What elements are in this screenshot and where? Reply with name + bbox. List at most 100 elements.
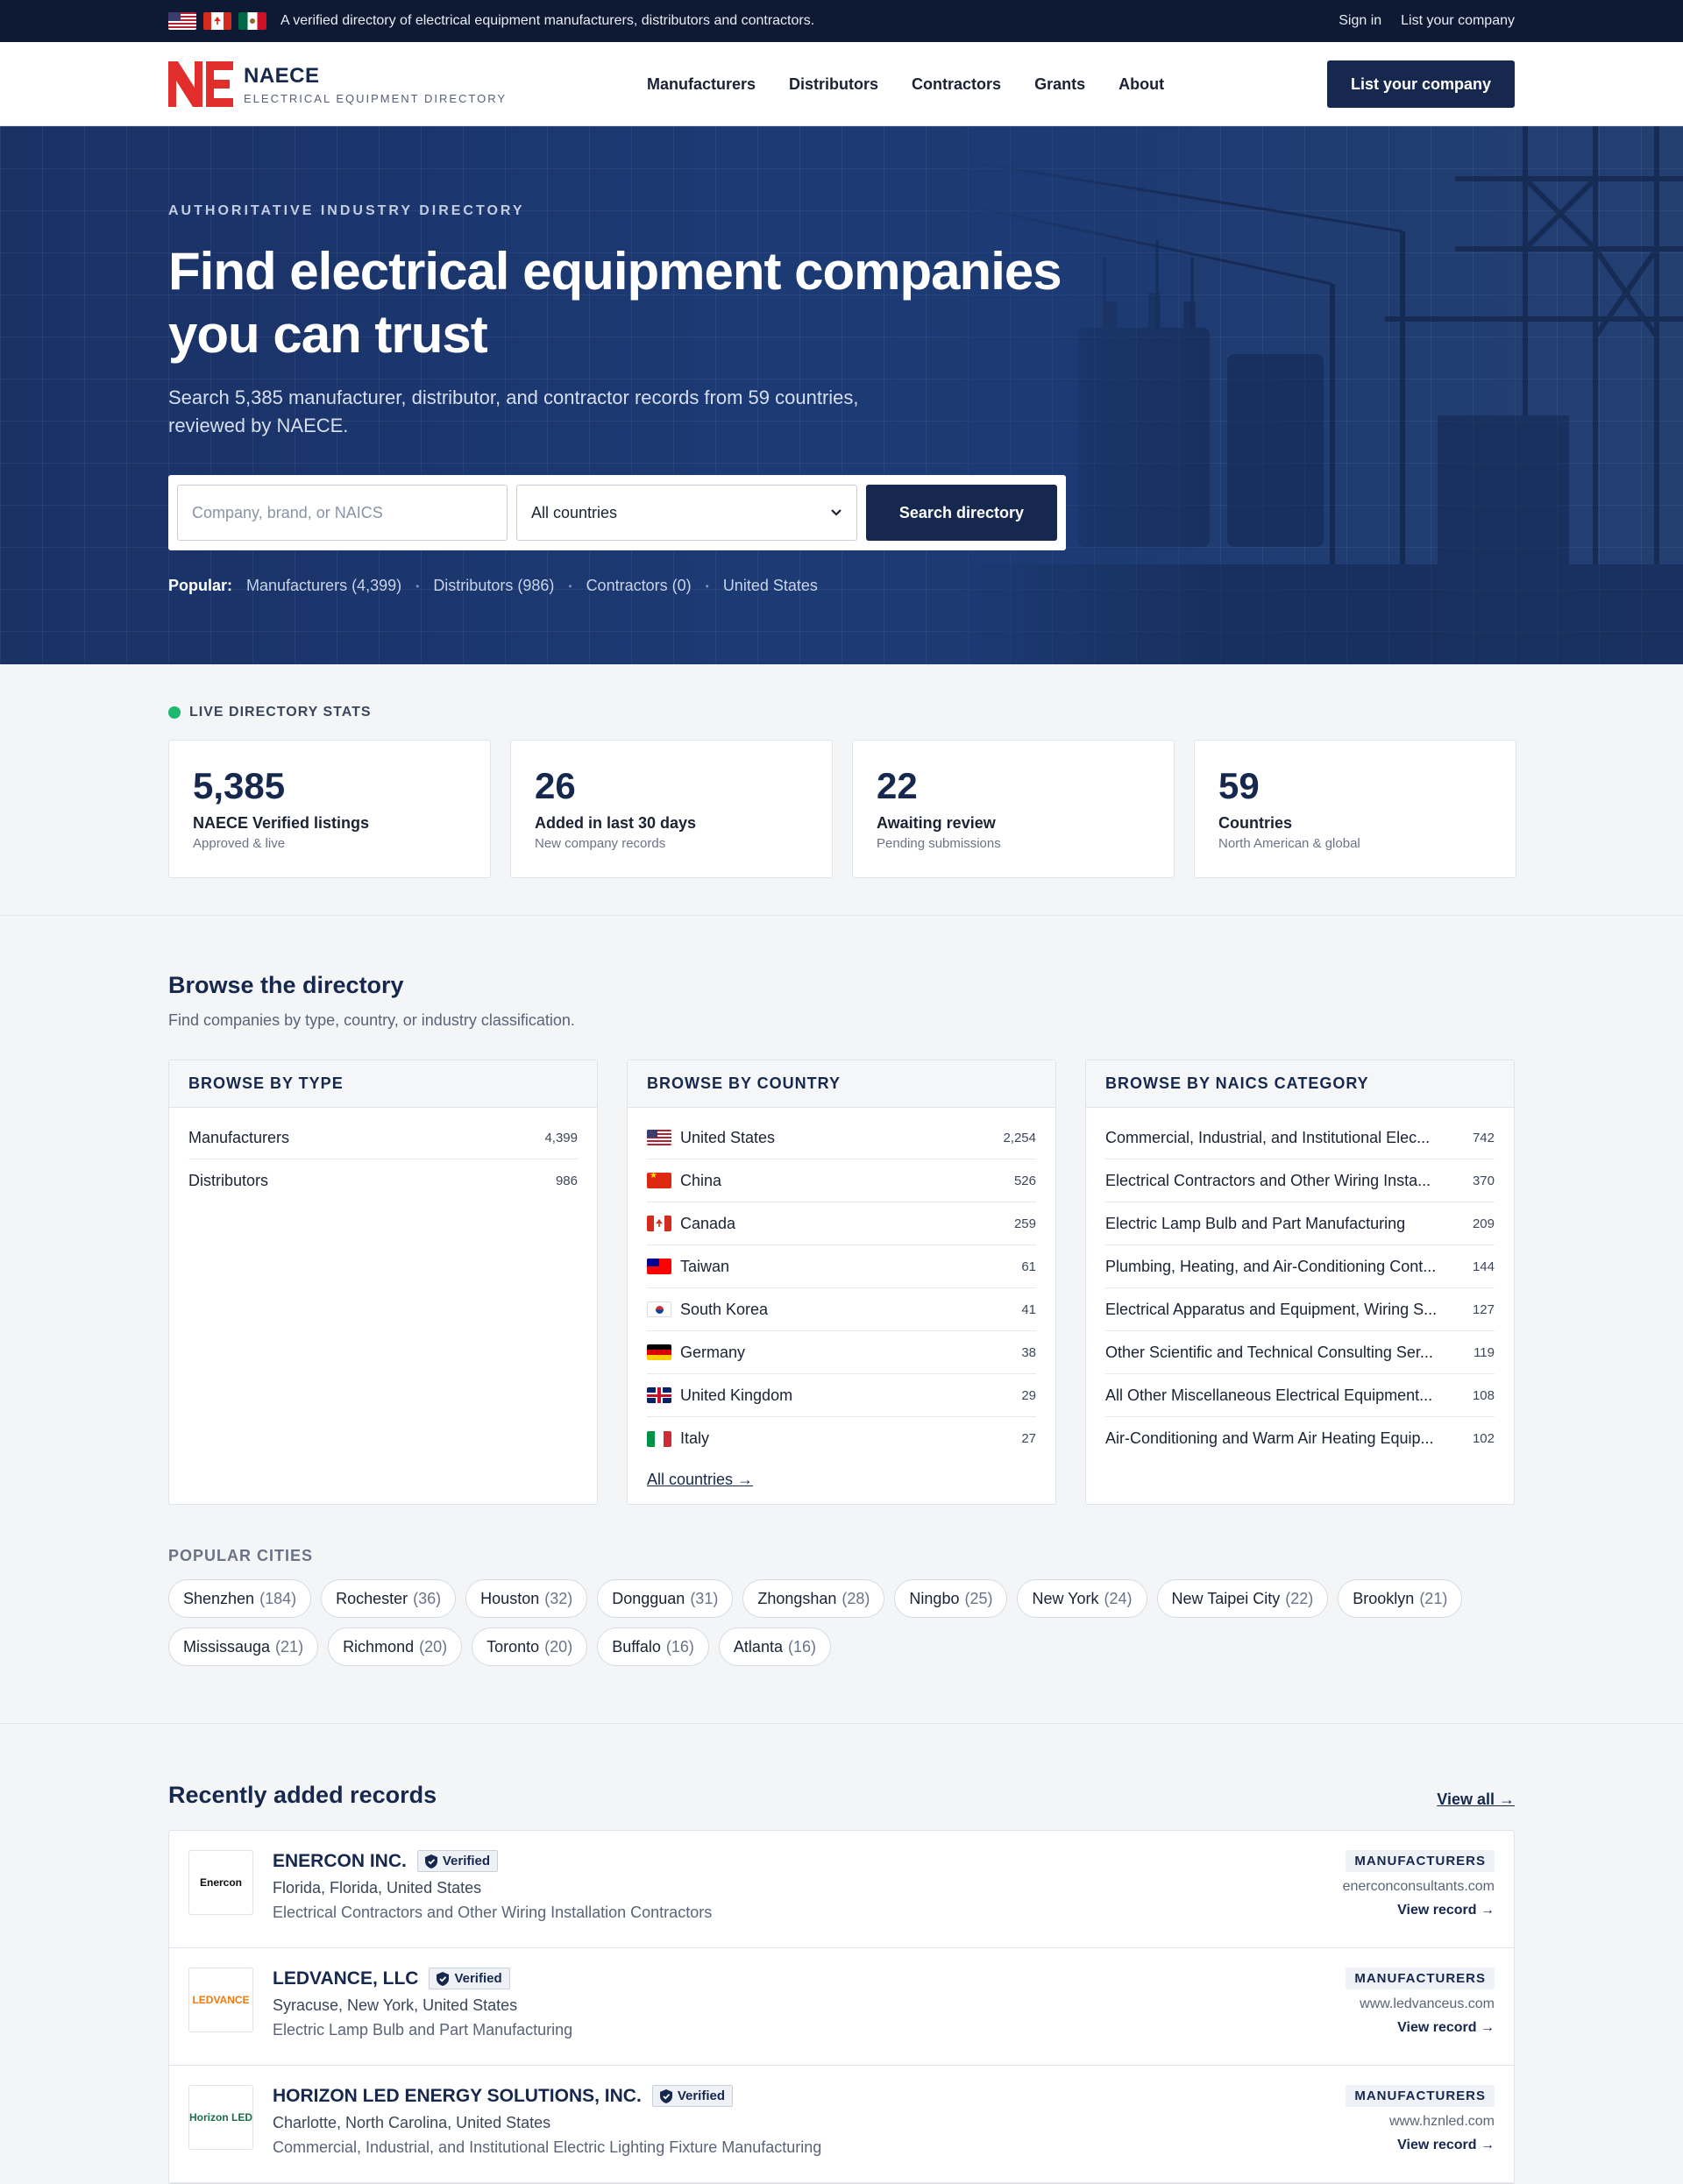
naics-item[interactable]: Plumbing, Heating, and Air-Conditioning … (1105, 1245, 1495, 1288)
country-item-taiwan[interactable]: Taiwan 61 (647, 1245, 1036, 1288)
stat-title: NAECE Verified listings (193, 814, 370, 832)
city-chip[interactable]: Toronto (20) (472, 1627, 588, 1666)
city-chip[interactable]: Shenzhen (184) (168, 1579, 312, 1618)
city-name: Ningbo (909, 1589, 960, 1607)
naics-item[interactable]: All Other Miscellaneous Electrical Equip… (1105, 1374, 1495, 1417)
city-chip[interactable]: Ningbo (25) (894, 1579, 1008, 1618)
browse-section: Browse the directory Find companies by t… (0, 916, 1683, 1724)
nav-distributors[interactable]: Distributors (789, 75, 878, 94)
city-name: Brooklyn (1353, 1589, 1415, 1607)
company-name[interactable]: LEDVANCE, LLC (273, 1968, 418, 1989)
hero-title: Find electrical equipment companies you … (168, 242, 1062, 364)
company-type-tag: MANUFACTURERS (1346, 1850, 1495, 1872)
country-count: 259 (1013, 1216, 1036, 1231)
company-name[interactable]: HORIZON LED ENERGY SOLUTIONS, INC. (273, 2086, 642, 2107)
city-chip[interactable]: Buffalo (16) (597, 1627, 709, 1666)
city-name: Toronto (486, 1637, 540, 1656)
company-logo-text: Enercon (199, 1876, 242, 1889)
city-name: Dongguan (612, 1589, 685, 1607)
city-chip[interactable]: New York (24) (1017, 1579, 1147, 1618)
hero-eyebrow: AUTHORITATIVE INDUSTRY DIRECTORY (168, 203, 525, 218)
city-chip[interactable]: Richmond (20) (328, 1627, 463, 1666)
company-logo: Enercon (188, 1850, 253, 1915)
city-chip[interactable]: New Taipei City (22) (1156, 1579, 1329, 1618)
view-all-link[interactable]: View all → (1437, 1790, 1515, 1809)
record-row[interactable]: Horizon LED HORIZON LED ENERGY SOLUTIONS… (169, 2066, 1514, 2183)
city-chip[interactable]: Atlanta (16) (718, 1627, 831, 1666)
country-item-china[interactable]: China 526 (647, 1159, 1036, 1202)
city-count: (16) (665, 1637, 694, 1656)
naics-name: Electrical Contractors and Other Wiring … (1105, 1171, 1431, 1189)
city-chip[interactable]: Houston (32) (465, 1579, 588, 1618)
type-item-manufacturers[interactable]: Manufacturers 4,399 (188, 1117, 578, 1159)
city-chip[interactable]: Dongguan (31) (597, 1579, 734, 1618)
company-type-tag: MANUFACTURERS (1346, 1968, 1495, 1989)
popular-link-manufacturers[interactable]: Manufacturers (4,399) (246, 577, 401, 595)
view-record-link[interactable]: View record → (1397, 1903, 1495, 1918)
company-website[interactable]: enerconconsultants.com (1343, 1879, 1495, 1895)
search-button[interactable]: Search directory (865, 485, 1057, 541)
nav-grants[interactable]: Grants (1034, 75, 1085, 94)
country-count: 41 (1021, 1301, 1036, 1317)
view-record-link[interactable]: View record → (1397, 2020, 1495, 2035)
brand-name: NAECE (244, 63, 320, 88)
stat-number: 26 (535, 765, 576, 806)
germany-flag-icon (647, 1344, 671, 1360)
naics-item[interactable]: Other Scientific and Technical Consultin… (1105, 1331, 1495, 1374)
all-countries-link[interactable]: All countries → (647, 1471, 753, 1488)
popular-link-contractors[interactable]: Contractors (0) (586, 577, 692, 595)
company-website[interactable]: www.hznled.com (1346, 2114, 1495, 2130)
nav-manufacturers[interactable]: Manufacturers (647, 75, 756, 94)
city-chip[interactable]: Brooklyn (21) (1338, 1579, 1463, 1618)
naics-count: 209 (1472, 1216, 1495, 1231)
naics-item[interactable]: Electric Lamp Bulb and Part Manufacturin… (1105, 1202, 1495, 1245)
country-select[interactable]: All countries (516, 485, 857, 541)
country-name: Taiwan (680, 1257, 730, 1275)
shield-check-icon (424, 1854, 437, 1868)
country-item-canada[interactable]: Canada 259 (647, 1202, 1036, 1245)
nav-about[interactable]: About (1118, 75, 1164, 94)
naics-count: 127 (1472, 1301, 1495, 1317)
site-logo[interactable]: NAECE ELECTRICAL EQUIPMENT DIRECTORY (168, 61, 647, 107)
stats-section: LIVE DIRECTORY STATS 5,385 NAECE Verifie… (0, 664, 1683, 916)
country-item-united-kingdom[interactable]: United Kingdom 29 (647, 1374, 1036, 1417)
topbar-list-company-link[interactable]: List your company (1401, 13, 1515, 29)
city-chip[interactable]: Mississauga (21) (168, 1627, 319, 1666)
nav-contractors[interactable]: Contractors (912, 75, 1001, 94)
country-item-united-states[interactable]: United States 2,254 (647, 1117, 1036, 1159)
city-chip[interactable]: Zhongshan (28) (742, 1579, 885, 1618)
country-item-germany[interactable]: Germany 38 (647, 1331, 1036, 1374)
stat-subtitle: Pending submissions (877, 836, 1001, 851)
stat-title: Countries (1218, 814, 1293, 832)
sign-in-link[interactable]: Sign in (1339, 13, 1381, 29)
company-logo-text: LEDVANCE (192, 1994, 250, 2006)
naics-item[interactable]: Electrical Contractors and Other Wiring … (1105, 1159, 1495, 1202)
naics-item[interactable]: Air-Conditioning and Warm Air Heating Eq… (1105, 1417, 1495, 1460)
south-korea-flag-icon (647, 1301, 671, 1317)
naics-item[interactable]: Commercial, Industrial, and Institutiona… (1105, 1117, 1495, 1159)
card-heading: BROWSE BY COUNTRY (628, 1060, 1055, 1108)
naics-item[interactable]: Electrical Apparatus and Equipment, Wiri… (1105, 1288, 1495, 1331)
record-row[interactable]: Enercon ENERCON INC. Verified Florida, F… (169, 1831, 1514, 1948)
country-name: Germany (680, 1343, 746, 1361)
popular-link-distributors[interactable]: Distributors (986) (433, 577, 554, 595)
record-row[interactable]: LEDVANCE LEDVANCE, LLC Verified Syracuse… (169, 1948, 1514, 2066)
popular-cities-label: POPULAR CITIES (168, 1547, 314, 1564)
list-company-button[interactable]: List your company (1326, 60, 1515, 108)
country-item-south-korea[interactable]: South Korea 41 (647, 1288, 1036, 1331)
browse-by-naics-card: BROWSE BY NAICS CATEGORY Commercial, Ind… (1085, 1060, 1515, 1505)
city-count: (22) (1285, 1589, 1314, 1607)
popular-link-united-states[interactable]: United States (723, 577, 818, 595)
country-name: China (680, 1171, 722, 1189)
card-heading: BROWSE BY NAICS CATEGORY (1086, 1060, 1514, 1108)
popular-label: Popular: (168, 577, 233, 594)
company-name[interactable]: ENERCON INC. (273, 1851, 407, 1872)
search-input[interactable]: Company, brand, or NAICS (177, 485, 508, 541)
country-item-italy[interactable]: Italy 27 (647, 1417, 1036, 1460)
city-chip[interactable]: Rochester (36) (321, 1579, 457, 1618)
verified-label: Verified (442, 1854, 491, 1868)
company-website[interactable]: www.ledvanceus.com (1346, 1996, 1495, 2012)
view-record-link[interactable]: View record → (1397, 2138, 1495, 2152)
recent-records-section: Recently added records View all → Enerco… (0, 1724, 1683, 2184)
type-item-distributors[interactable]: Distributors 986 (188, 1159, 578, 1202)
